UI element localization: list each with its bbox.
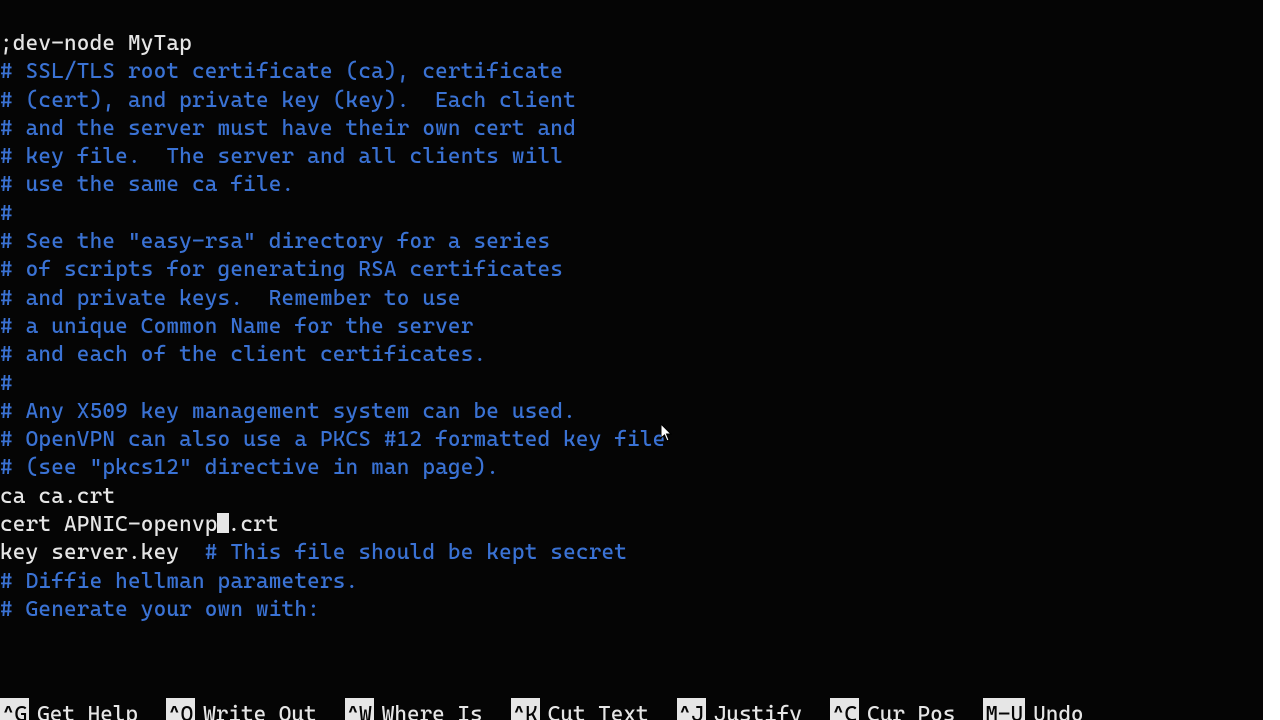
editor-line: # Any X509 key management system can be … [0, 398, 1263, 426]
help-key-badge: M-U [983, 698, 1025, 720]
help-key-badge: ^O [166, 698, 195, 720]
editor-line: # Generate your own with: [0, 596, 1263, 624]
help-item: ^K Cut Text [511, 698, 649, 720]
editor-line: # and the server must have their own cer… [0, 115, 1263, 143]
help-label: Cut Text [548, 698, 649, 720]
help-label: Undo [1033, 698, 1083, 720]
help-label: Get Help [37, 698, 138, 720]
help-key-badge: ^J [677, 698, 706, 720]
help-item: ^O Write Out [166, 698, 317, 720]
nano-help-bar: ^G Get Help ^O Write Out ^W Where Is ^K Cut Tex… [0, 698, 1263, 720]
editor-line: # key file. The server and all clients w… [0, 143, 1263, 171]
editor-line: # (see "pkcs12" directive in man page). [0, 454, 1263, 482]
help-key-badge: ^G [0, 698, 29, 720]
editor-line: # a unique Common Name for the server [0, 313, 1263, 341]
help-label: Where Is [382, 698, 483, 720]
editor-line: ;dev-node MyTap [0, 30, 1263, 58]
editor-line: # of scripts for generating RSA certific… [0, 256, 1263, 284]
editor-line: # [0, 370, 1263, 398]
editor-line: # and each of the client certificates. [0, 341, 1263, 369]
editor-line: ca ca.crt [0, 483, 1263, 511]
editor-line: # See the "easy-rsa" directory for a ser… [0, 228, 1263, 256]
editor-line: # and private keys. Remember to use [0, 285, 1263, 313]
editor-line: # OpenVPN can also use a PKCS #12 format… [0, 426, 1263, 454]
editor-line: cert APNIC-openvp.crt [0, 511, 1263, 539]
terminal-window: ;dev-node MyTap# SSL/TLS root certificat… [0, 0, 1263, 720]
help-item: ^J Justify [677, 698, 802, 720]
help-item: ^W Where Is [345, 698, 483, 720]
editor-line: key server.key # This file should be kep… [0, 539, 1263, 567]
help-item: ^G Get Help [0, 698, 138, 720]
help-item: ^C Cur Pos [830, 698, 955, 720]
help-label: Justify [714, 698, 802, 720]
help-key-badge: ^C [830, 698, 859, 720]
editor-line: # [0, 200, 1263, 228]
help-key-badge: ^K [511, 698, 540, 720]
help-label: Cur Pos [867, 698, 955, 720]
editor-line: # (cert), and private key (key). Each cl… [0, 87, 1263, 115]
editor-content[interactable]: ;dev-node MyTap# SSL/TLS root certificat… [0, 0, 1263, 698]
help-key-badge: ^W [345, 698, 374, 720]
help-item: M-U Undo [983, 698, 1083, 720]
editor-line: # SSL/TLS root certificate (ca), certifi… [0, 58, 1263, 86]
help-label: Write Out [203, 698, 316, 720]
editor-line: # Diffie hellman parameters. [0, 568, 1263, 596]
editor-line: # use the same ca file. [0, 171, 1263, 199]
